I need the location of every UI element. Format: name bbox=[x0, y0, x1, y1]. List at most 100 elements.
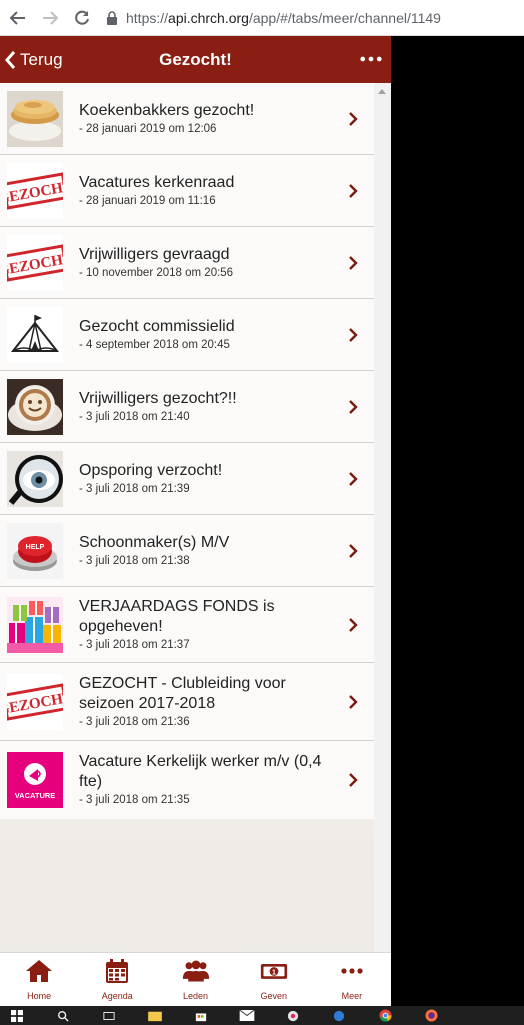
item-text: Koekenbakkers gezocht! - 28 januari 2019 … bbox=[79, 101, 374, 137]
chevron-right-icon bbox=[349, 111, 358, 126]
browser-toolbar: https://api.chrch.org/app/#/tabs/meer/ch… bbox=[0, 0, 524, 36]
item-title: Vacatures kerkenraad bbox=[79, 173, 235, 191]
app-header: Terug Gezocht! bbox=[0, 36, 391, 83]
list-item[interactable]: Opsporing verzocht! - 3 juli 2018 om 21:3… bbox=[0, 443, 374, 515]
tent-thumbnail bbox=[7, 306, 63, 363]
item-text: Vrijwilligers gezocht?!! - 3 juli 2018 om… bbox=[79, 389, 374, 425]
file-explorer-icon[interactable] bbox=[146, 1009, 164, 1023]
url-scheme: https:// bbox=[126, 9, 169, 26]
url-path: /app/#/tabs/meer/channel/1149 bbox=[248, 9, 441, 26]
chevron-right-icon bbox=[349, 183, 358, 198]
list-item[interactable]: GEZOCHT GEZOCHT - Clubleiding voor seizoe… bbox=[0, 663, 374, 741]
back-label: Terug bbox=[20, 49, 63, 69]
screen: https://api.chrch.org/app/#/tabs/meer/ch… bbox=[0, 0, 524, 1025]
item-text: Vacature Kerkelijk werker m/v (0,4 fte) -… bbox=[79, 752, 374, 808]
list-item[interactable]: VACATURE Vacature Kerkelijk werker m/v (0… bbox=[0, 741, 374, 819]
windows-start-icon[interactable] bbox=[8, 1009, 26, 1023]
channel-list-area: Koekenbakkers gezocht! - 28 januari 2019 … bbox=[0, 83, 374, 988]
coffee-thumbnail bbox=[7, 378, 63, 435]
back-button[interactable]: Terug bbox=[4, 36, 63, 83]
item-text: Gezocht commissielid - 4 september 2018 o… bbox=[79, 317, 374, 353]
os-taskbar bbox=[0, 1006, 524, 1025]
list-item[interactable]: GEZOCHT Vrijwilligers gevraagd - 10 novemb… bbox=[0, 227, 374, 299]
bottom-tab-bar: Home Agenda Leden 1 Geven Meer bbox=[0, 952, 391, 1006]
presents-thumbnail bbox=[7, 596, 63, 653]
item-date: - 28 januari 2019 om 12:06 bbox=[79, 122, 217, 135]
chevron-right-icon bbox=[349, 255, 358, 270]
chevron-left-icon bbox=[5, 50, 16, 69]
tab-label: Home bbox=[27, 991, 52, 1001]
chevron-right-icon bbox=[349, 543, 358, 558]
gezocht-stamp-thumbnail: GEZOCHT bbox=[7, 234, 63, 291]
back-arrow-icon[interactable] bbox=[4, 4, 32, 32]
chrome-icon[interactable] bbox=[376, 1009, 394, 1023]
vacature-thumbnail: VACATURE bbox=[7, 752, 63, 808]
pancakes-thumbnail bbox=[7, 90, 63, 147]
list-item[interactable]: Koekenbakkers gezocht! - 28 januari 2019 … bbox=[0, 83, 374, 155]
url-host: api.chrch.org bbox=[168, 9, 249, 26]
more-icon bbox=[338, 958, 366, 989]
tab-label: Leden bbox=[182, 991, 209, 1001]
item-date: - 28 januari 2019 om 11:16 bbox=[79, 194, 216, 207]
money-icon: 1 bbox=[260, 958, 288, 989]
people-icon bbox=[182, 958, 210, 989]
tab-label: Geven bbox=[260, 991, 287, 1001]
chevron-right-icon bbox=[349, 471, 358, 486]
item-title: Gezocht commissielid bbox=[79, 317, 235, 335]
item-date: - 3 juli 2018 om 21:37 bbox=[79, 638, 190, 651]
item-date: - 4 september 2018 om 20:45 bbox=[79, 338, 230, 351]
item-date: - 3 juli 2018 om 21:40 bbox=[79, 410, 190, 423]
help-button-thumbnail: HELP bbox=[7, 522, 63, 579]
firefox-icon[interactable] bbox=[422, 1009, 440, 1023]
search-icon[interactable] bbox=[54, 1009, 72, 1023]
more-options-button[interactable] bbox=[359, 46, 383, 72]
item-text: Vacatures kerkenraad - 28 januari 2019 om… bbox=[79, 173, 374, 209]
item-text: Vrijwilligers gevraagd - 10 november 2018… bbox=[79, 245, 374, 281]
item-title: GEZOCHT - Clubleiding voor seizoen 2017-… bbox=[79, 674, 286, 712]
mail-icon[interactable] bbox=[238, 1009, 256, 1023]
chevron-right-icon bbox=[349, 327, 358, 342]
reload-icon[interactable] bbox=[68, 4, 96, 32]
home-icon bbox=[25, 958, 53, 989]
tab-agenda[interactable]: Agenda bbox=[78, 953, 156, 1006]
item-title: Koekenbakkers gezocht! bbox=[79, 101, 255, 119]
tab-home[interactable]: Home bbox=[0, 953, 78, 1006]
item-date: - 10 november 2018 om 20:56 bbox=[79, 266, 234, 279]
svg-text:HELP: HELP bbox=[26, 544, 45, 551]
list-item[interactable]: VERJAARDAGS FONDS is opgeheven! - 3 juli … bbox=[0, 587, 374, 663]
item-title: Opsporing verzocht! bbox=[79, 461, 223, 479]
list-item[interactable]: GEZOCHT Vacatures kerkenraad - 28 januari … bbox=[0, 155, 374, 227]
gezocht-stamp-thumbnail: GEZOCHT bbox=[7, 673, 63, 730]
tab-leden[interactable]: Leden bbox=[156, 953, 234, 1006]
scrollbar[interactable] bbox=[374, 83, 391, 988]
tab-label: Agenda bbox=[101, 991, 133, 1001]
item-title: Vrijwilligers gezocht?!! bbox=[79, 389, 237, 407]
tab-geven[interactable]: 1 Geven bbox=[235, 953, 313, 1006]
svg-text:VACATURE: VACATURE bbox=[15, 791, 56, 800]
calendar-icon bbox=[103, 958, 131, 989]
itunes-icon[interactable] bbox=[284, 1009, 302, 1023]
edge-icon[interactable] bbox=[330, 1009, 348, 1023]
task-view-icon[interactable] bbox=[100, 1009, 118, 1023]
scroll-up-arrow-icon[interactable] bbox=[378, 89, 386, 94]
list-item[interactable]: Gezocht commissielid - 4 september 2018 o… bbox=[0, 299, 374, 371]
channel-list: Koekenbakkers gezocht! - 28 januari 2019 … bbox=[0, 83, 374, 819]
item-text: VERJAARDAGS FONDS is opgeheven! - 3 juli … bbox=[79, 597, 374, 653]
magnifier-eye-thumbnail bbox=[7, 450, 63, 507]
forward-arrow-icon[interactable] bbox=[36, 4, 64, 32]
list-item[interactable]: Vrijwilligers gezocht?!! - 3 juli 2018 om… bbox=[0, 371, 374, 443]
store-icon[interactable] bbox=[192, 1009, 210, 1023]
address-bar[interactable]: https://api.chrch.org/app/#/tabs/meer/ch… bbox=[106, 10, 441, 26]
item-title: VERJAARDAGS FONDS is opgeheven! bbox=[79, 597, 275, 635]
chevron-right-icon bbox=[349, 773, 358, 787]
tab-meer[interactable]: Meer bbox=[313, 953, 391, 1006]
chevron-right-icon bbox=[349, 399, 358, 414]
chevron-right-icon bbox=[349, 617, 358, 632]
ellipsis-icon bbox=[360, 56, 382, 62]
list-item[interactable]: HELP Schoonmaker(s) M/V - 3 juli 2018 om 2… bbox=[0, 515, 374, 587]
svg-text:1: 1 bbox=[272, 970, 276, 977]
item-title: Vrijwilligers gevraagd bbox=[79, 245, 230, 263]
item-text: GEZOCHT - Clubleiding voor seizoen 2017-… bbox=[79, 674, 374, 730]
item-date: - 3 juli 2018 om 21:36 bbox=[79, 715, 190, 728]
item-date: - 3 juli 2018 om 21:38 bbox=[79, 554, 190, 567]
